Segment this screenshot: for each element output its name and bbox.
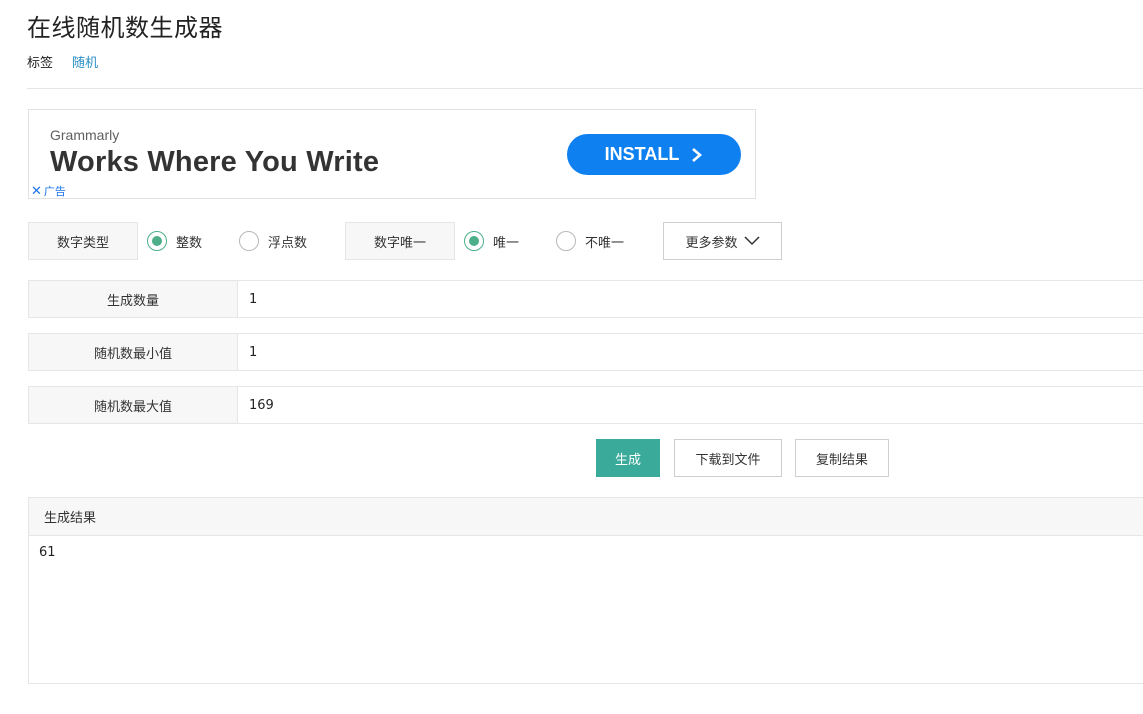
unique-label: 数字唯一 (345, 222, 455, 260)
result-value[interactable]: 61 (29, 536, 1143, 569)
result-panel: 生成结果 61 (28, 497, 1143, 684)
radio-float-label: 浮点数 (268, 235, 308, 251)
copy-button[interactable]: 复制结果 (795, 439, 889, 477)
max-row: 随机数最大值 (28, 386, 1143, 424)
more-params-label: 更多参数 (685, 235, 738, 251)
more-params-button[interactable]: 更多参数 (663, 222, 782, 260)
number-type-label: 数字类型 (28, 222, 138, 260)
radio-checked-icon (464, 231, 484, 251)
chevron-down-icon (743, 236, 760, 246)
ad-install-label: INSTALL (604, 144, 680, 164)
radio-not-unique-label: 不唯一 (585, 235, 625, 251)
count-row: 生成数量 (28, 280, 1143, 318)
result-header: 生成结果 (29, 498, 1143, 536)
page-title: 在线随机数生成器 (27, 14, 223, 42)
options-bar: 数字类型 整数 浮点数 数字唯一 唯一 不唯一 更多参数 (28, 222, 1143, 260)
max-label: 随机数最大值 (29, 387, 238, 423)
min-input[interactable] (238, 334, 1143, 370)
count-input[interactable] (238, 281, 1143, 317)
tag-label: 标签 (27, 56, 54, 71)
ad-headline: Works Where You Write (50, 146, 380, 178)
ad-brand: Grammarly (50, 127, 120, 143)
ad-banner[interactable]: Grammarly Works Where You Write INSTALL … (28, 109, 756, 199)
count-label: 生成数量 (29, 281, 238, 317)
min-row: 随机数最小值 (28, 333, 1143, 371)
ad-label: 广告 (43, 185, 66, 198)
close-icon: ✕ (31, 183, 42, 199)
tag-bar: 标签 随机 (27, 52, 98, 71)
tag-link-random[interactable]: 随机 (72, 52, 98, 71)
radio-unique[interactable]: 唯一 (464, 222, 519, 260)
radio-unique-label: 唯一 (493, 235, 520, 251)
download-button[interactable]: 下载到文件 (674, 439, 782, 477)
radio-float[interactable]: 浮点数 (239, 222, 307, 260)
radio-unchecked-icon (556, 231, 576, 251)
ad-close-button[interactable]: ✕ 广告 (31, 183, 66, 199)
radio-integer-label: 整数 (176, 235, 203, 251)
radio-not-unique[interactable]: 不唯一 (556, 222, 624, 260)
ad-install-button[interactable]: INSTALL (567, 134, 741, 175)
generate-button[interactable]: 生成 (596, 439, 660, 477)
radio-integer[interactable]: 整数 (147, 222, 202, 260)
chevron-right-icon (692, 147, 703, 162)
radio-checked-icon (147, 231, 167, 251)
header-divider (27, 88, 1143, 89)
max-input[interactable] (238, 387, 1143, 423)
min-label: 随机数最小值 (29, 334, 238, 370)
radio-unchecked-icon (239, 231, 259, 251)
